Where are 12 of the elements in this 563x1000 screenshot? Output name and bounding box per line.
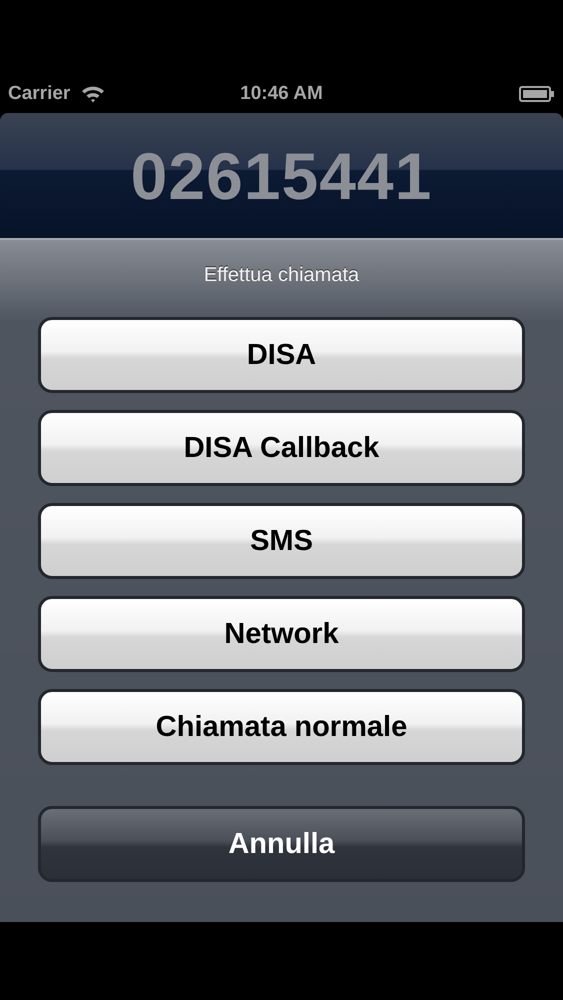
option-button[interactable]: Network <box>38 596 525 672</box>
battery-icon <box>519 85 555 103</box>
option-button[interactable]: SMS <box>38 503 525 579</box>
dialed-number: 02615441 <box>130 138 432 214</box>
option-button[interactable]: DISA Callback <box>38 410 525 486</box>
cancel-button[interactable]: Annulla <box>38 806 525 882</box>
option-button[interactable]: Chiamata normale <box>38 689 525 765</box>
clock-time: 10:46 AM <box>240 83 323 105</box>
carrier-name: Carrier <box>8 83 70 105</box>
option-button[interactable]: DISA <box>38 317 525 393</box>
wifi-icon <box>80 84 106 104</box>
sheet-title: Effettua chiamata <box>204 264 360 287</box>
